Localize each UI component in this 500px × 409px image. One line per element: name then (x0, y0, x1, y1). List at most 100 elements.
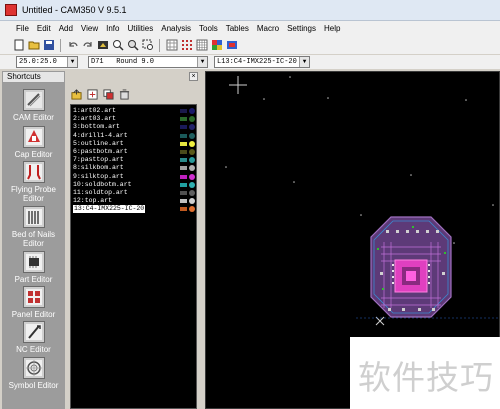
layer-move-icon[interactable] (86, 88, 98, 100)
layer-delete-icon[interactable] (118, 88, 130, 100)
chevron-down-icon[interactable]: ▼ (67, 57, 77, 67)
redraw-icon[interactable] (96, 39, 109, 52)
layer-color-swatch[interactable] (180, 182, 187, 187)
layer-visibility-icon[interactable] (189, 132, 195, 139)
undo-icon[interactable] (66, 39, 79, 52)
layer-color-swatch[interactable] (180, 199, 187, 204)
menu-edit[interactable]: Edit (37, 24, 51, 33)
menu-view[interactable]: View (81, 24, 98, 33)
menu-info[interactable]: Info (106, 24, 119, 33)
layer-row[interactable]: 7:pasttop.art (71, 156, 198, 164)
zoom-out-icon[interactable] (126, 39, 139, 52)
layers-icon[interactable] (195, 39, 208, 52)
layer-color-swatch[interactable] (180, 109, 187, 113)
close-icon[interactable]: × (189, 72, 198, 81)
zoom-window-icon[interactable] (141, 39, 154, 52)
snap-icon[interactable] (180, 39, 193, 52)
layer-row[interactable]: 1:art02.art (71, 107, 198, 115)
menu-analysis[interactable]: Analysis (161, 24, 191, 33)
shortcut-panel-editor[interactable]: Panel Editor (2, 286, 65, 319)
menu-add[interactable]: Add (59, 24, 73, 33)
layer-name: 9:silktop.art (73, 172, 124, 180)
layer-add-icon[interactable] (70, 88, 82, 100)
layer-visibility-icon[interactable] (189, 124, 195, 131)
open-icon[interactable] (27, 39, 40, 52)
shortcut-bed-of-nails[interactable]: Bed of Nails Editor (2, 206, 65, 248)
menu-help[interactable]: Help (324, 24, 340, 33)
flying-probe-icon (22, 161, 45, 183)
bed-of-nails-icon (22, 206, 45, 228)
layer-color-icon[interactable] (225, 39, 238, 52)
layer-visibility-icon[interactable] (189, 140, 195, 147)
layer-color-swatch[interactable] (180, 207, 187, 212)
grid-size-select[interactable]: 25.0:25.0 ▼ (16, 56, 78, 68)
menu-file[interactable]: File (16, 24, 29, 33)
menu-tools[interactable]: Tools (199, 24, 218, 33)
shortcut-label: Panel Editor (11, 310, 56, 319)
layer-visibility-icon[interactable] (189, 157, 195, 164)
shortcut-cam-editor[interactable]: CAM Editor (2, 89, 65, 122)
shortcut-part-editor[interactable]: Part Editor (2, 251, 65, 284)
layer-visibility-icon[interactable] (189, 181, 195, 188)
layer-copy-icon[interactable] (102, 88, 114, 100)
main-toolbar (0, 36, 500, 54)
layer-row[interactable]: 8:silkbom.art (71, 164, 198, 172)
shortcut-label: CAM Editor (13, 113, 54, 122)
menu-tables[interactable]: Tables (226, 24, 249, 33)
shortcut-nc-editor[interactable]: NC Editor (2, 321, 65, 354)
layer-row[interactable]: 4:drill1-4.art (71, 132, 198, 140)
shortcuts-panel: Shortcuts CAM Editor Cap Editor Flying P… (2, 71, 65, 409)
layer-color-swatch[interactable] (180, 191, 187, 195)
layer-row[interactable]: 6:pastbotm.art (71, 148, 198, 156)
layer-visibility-icon[interactable] (189, 198, 195, 205)
layer-visibility-icon[interactable] (189, 173, 195, 180)
layer-row[interactable]: 5:outline.art (71, 140, 198, 148)
layer-select-value: L13:C4-IMX225-IC-20 (217, 58, 297, 66)
redo-icon[interactable] (81, 39, 94, 52)
layer-row[interactable]: 13:C4-IMX225-IC-20 (71, 205, 198, 214)
layer-color-swatch[interactable] (180, 133, 187, 138)
scatter-points (225, 76, 494, 244)
layer-visibility-icon[interactable] (189, 149, 195, 155)
save-icon[interactable] (42, 39, 55, 52)
zoom-in-icon[interactable] (111, 39, 124, 52)
layer-color-swatch[interactable] (180, 125, 187, 130)
layer-visibility-icon[interactable] (189, 206, 195, 213)
layer-visibility-icon[interactable] (189, 165, 195, 172)
menu-settings[interactable]: Settings (287, 24, 316, 33)
layer-row[interactable]: 11:soldtop.art (71, 189, 198, 197)
layer-panel-header: × (67, 71, 200, 82)
layer-color-swatch[interactable] (180, 174, 187, 179)
layer-row[interactable]: 2:art03.art (71, 115, 198, 123)
layer-visibility-icon[interactable] (189, 108, 195, 114)
layer-color-swatch[interactable] (180, 166, 187, 171)
crosshair-cursor (229, 76, 247, 94)
layer-select[interactable]: L13:C4-IMX225-IC-20 ▼ (214, 56, 310, 68)
chevron-down-icon[interactable]: ▼ (299, 57, 309, 67)
menu-macro[interactable]: Macro (257, 24, 279, 33)
shortcut-flying-probe[interactable]: Flying Probe Editor (2, 161, 65, 203)
menu-utilities[interactable]: Utilities (127, 24, 153, 33)
shortcut-cap-editor[interactable]: Cap Editor (2, 126, 65, 159)
layer-color-swatch[interactable] (180, 117, 187, 122)
layer-color-swatch[interactable] (180, 150, 187, 154)
chevron-down-icon[interactable]: ▼ (197, 57, 207, 67)
layer-visibility-icon[interactable] (189, 116, 195, 123)
layer-row[interactable]: 10:soldbotm.art (71, 181, 198, 189)
watermark-box: 软件技巧 (350, 337, 500, 409)
layer-color-swatch[interactable] (180, 141, 187, 146)
dcode-select[interactable]: D71 Round 9.0 ▼ (88, 56, 208, 68)
layer-panel-toolbar (70, 88, 130, 100)
layer-row[interactable]: 3:bottom.art (71, 123, 198, 131)
layer-visibility-icon[interactable] (189, 190, 195, 196)
layer-row[interactable]: 9:silktop.art (71, 173, 198, 181)
grid-icon[interactable] (165, 39, 178, 52)
layer-row[interactable]: 12:top.art (71, 197, 198, 205)
layer-color-swatch[interactable] (180, 158, 187, 163)
layer-name: 12:top.art (73, 197, 113, 205)
color-icon[interactable] (210, 39, 223, 52)
shortcut-symbol-editor[interactable]: Symbol Editor (2, 357, 65, 390)
new-icon[interactable] (12, 39, 25, 52)
watermark-text: 软件技巧 (358, 358, 494, 397)
layer-list[interactable]: 1:art02.art 2:art03.art 3:bottom.art 4:dril… (70, 104, 197, 409)
